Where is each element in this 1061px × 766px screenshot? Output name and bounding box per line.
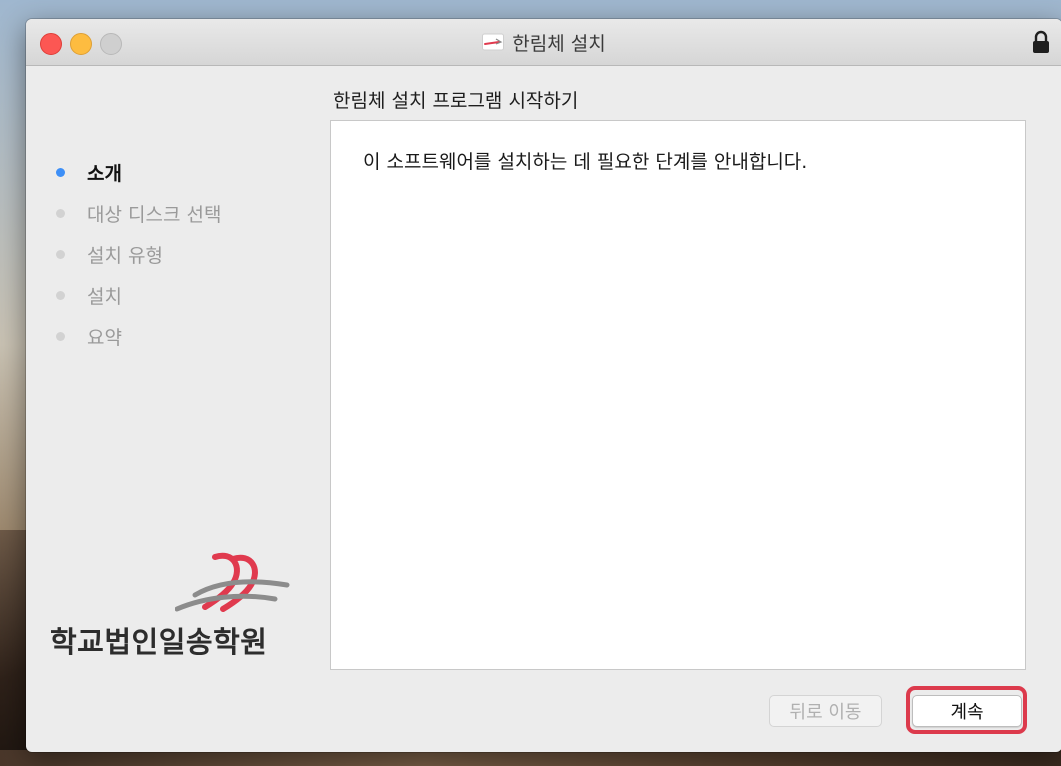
content-panel: 이 소프트웨어를 설치하는 데 필요한 단계를 안내합니다. <box>330 120 1026 670</box>
pen-stroke-icon <box>482 33 505 51</box>
intro-message: 이 소프트웨어를 설치하는 데 필요한 단계를 안내합니다. <box>363 151 808 173</box>
installer-window: 한림체 설치 소개 대상 디스크 선택 설치 유형 설치 요약 학교법인일송학원… <box>26 19 1061 752</box>
step-destination-disk: 대상 디스크 선택 <box>56 193 221 234</box>
back-button[interactable]: 뒤로 이동 <box>769 695 882 727</box>
step-label: 소개 <box>87 163 122 185</box>
step-installation-type: 설치 유형 <box>56 234 221 275</box>
step-dot-icon <box>56 168 65 177</box>
installer-steps: 소개 대상 디스크 선택 설치 유형 설치 요약 <box>56 152 221 357</box>
title-bar[interactable]: 한림체 설치 <box>26 19 1061 66</box>
step-dot-icon <box>56 250 65 259</box>
step-summary: 요약 <box>56 316 221 357</box>
desktop-background-bottom <box>0 750 1061 766</box>
step-label: 설치 유형 <box>87 245 163 267</box>
step-label: 요약 <box>87 327 122 349</box>
title-group: 한림체 설치 <box>26 19 1061 65</box>
step-dot-icon <box>56 332 65 341</box>
organization-logo: 학교법인일송학원 <box>50 549 290 659</box>
step-label: 설치 <box>87 286 122 308</box>
step-dot-icon <box>56 291 65 300</box>
continue-button[interactable]: 계속 <box>912 695 1022 727</box>
step-installation: 설치 <box>56 275 221 316</box>
organization-name: 학교법인일송학원 <box>50 625 268 659</box>
window-title: 한림체 설치 <box>512 32 606 55</box>
lock-icon <box>1033 30 1049 53</box>
step-label: 대상 디스크 선택 <box>87 204 222 226</box>
step-introduction: 소개 <box>56 152 221 193</box>
step-dot-icon <box>56 209 65 218</box>
page-title: 한림체 설치 프로그램 시작하기 <box>333 90 579 112</box>
wave-logo-icon <box>175 552 290 612</box>
